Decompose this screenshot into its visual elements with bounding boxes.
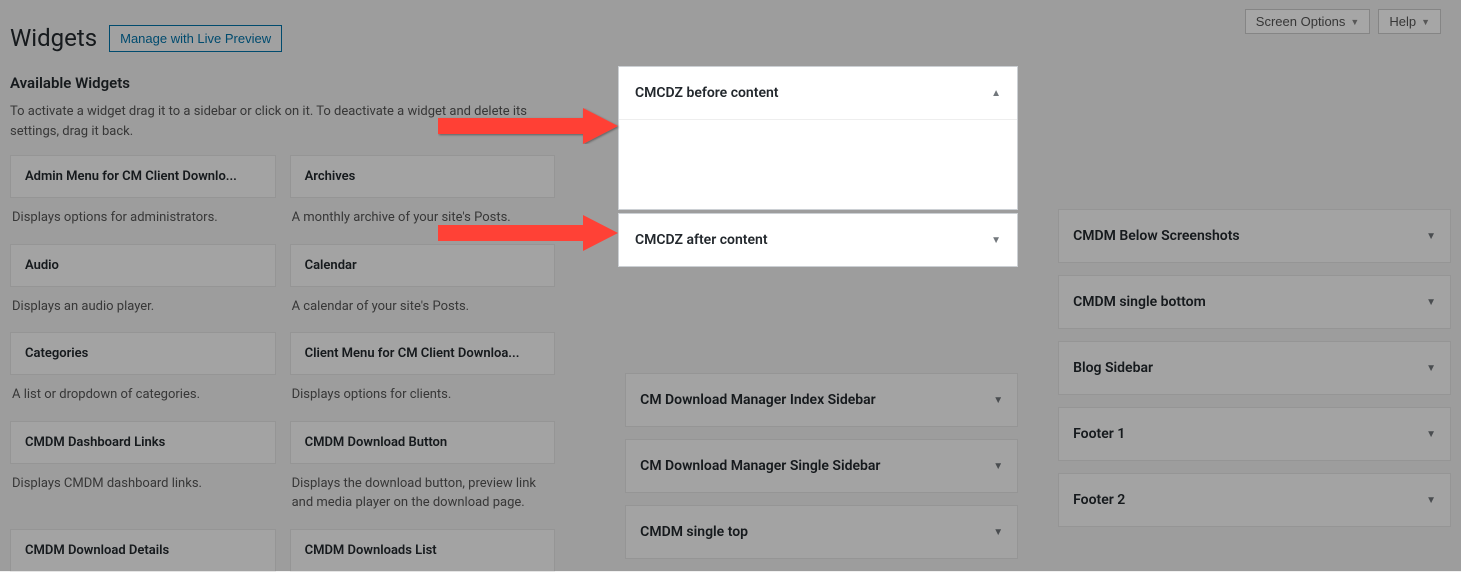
sidebar-area[interactable]: CMDM single top ▼: [625, 505, 1018, 559]
widget-header[interactable]: Categories: [10, 332, 276, 375]
sidebar-area-header[interactable]: Footer 2 ▼: [1059, 474, 1450, 526]
widget-card: CMDM Download Details: [10, 529, 276, 572]
sidebar-area-title: Footer 2: [1073, 492, 1125, 508]
sidebar-area-header[interactable]: CMCDZ before content ▲: [619, 67, 1017, 119]
sidebar-area[interactable]: Footer 2 ▼: [1058, 473, 1451, 527]
sidebar-area-title: Blog Sidebar: [1073, 360, 1153, 376]
sidebar-area-title: CMDM single bottom: [1073, 294, 1206, 310]
widget-header[interactable]: CMDM Download Button: [290, 421, 556, 464]
screen-options-button[interactable]: Screen Options ▼: [1245, 9, 1371, 34]
sidebar-area-header[interactable]: CM Download Manager Single Sidebar ▼: [626, 440, 1017, 492]
chevron-down-icon: ▼: [1421, 17, 1430, 27]
widget-card: CMDM Dashboard LinksDisplays CMDM dashbo…: [10, 421, 276, 513]
widget-description: A calendar of your site's Posts.: [290, 287, 556, 317]
chevron-down-icon: ▼: [1350, 17, 1359, 27]
widget-card: CMDM Download ButtonDisplays the downloa…: [290, 421, 556, 513]
sidebar-area-title: Footer 1: [1073, 426, 1125, 442]
chevron-down-icon: ▼: [991, 235, 1001, 246]
sidebar-area-title: CMDM single top: [640, 524, 748, 540]
sidebar-area-header[interactable]: CM Download Manager Index Sidebar ▼: [626, 374, 1017, 426]
widget-header[interactable]: Archives: [290, 155, 556, 198]
chevron-down-icon: ▼: [1426, 495, 1436, 506]
chevron-down-icon: ▼: [993, 461, 1003, 472]
widget-description: Displays an audio player.: [10, 287, 276, 317]
sidebar-area[interactable]: Footer 1 ▼: [1058, 407, 1451, 461]
sidebar-areas-column-2: CMDM Below Screenshots▼CMDM single botto…: [1058, 155, 1451, 572]
sidebar-area-title: CMCDZ after content: [635, 232, 768, 248]
page-title: Widgets: [10, 24, 97, 52]
widget-card: AudioDisplays an audio player.: [10, 244, 276, 317]
chevron-down-icon: ▼: [993, 395, 1003, 406]
widget-card: Admin Menu for CM Client Downlo...Displa…: [10, 155, 276, 228]
chevron-down-icon: ▼: [993, 527, 1003, 538]
widget-description: Displays options for administrators.: [10, 198, 276, 228]
chevron-down-icon: ▼: [1426, 231, 1436, 242]
chevron-down-icon: ▼: [1426, 363, 1436, 374]
sidebar-area-header[interactable]: Footer 1 ▼: [1059, 408, 1450, 460]
top-bar: Screen Options ▼ Help ▼: [1225, 0, 1461, 43]
widget-card: Client Menu for CM Client Downloa...Disp…: [290, 332, 556, 405]
sidebar-area[interactable]: CMDM single bottom ▼: [1058, 275, 1451, 329]
sidebar-drop-zone[interactable]: [619, 119, 1017, 209]
sidebar-area-title: CM Download Manager Index Sidebar: [640, 392, 876, 408]
chevron-up-icon: ▲: [991, 88, 1001, 99]
chevron-down-icon: ▼: [1426, 297, 1436, 308]
arrow-icon: [438, 215, 620, 251]
widget-card: CategoriesA list or dropdown of categori…: [10, 332, 276, 405]
arrow-icon: [438, 108, 620, 144]
sidebar-area[interactable]: Blog Sidebar ▼: [1058, 341, 1451, 395]
sidebar-area-cmcdz-before[interactable]: CMCDZ before content ▲: [618, 66, 1018, 210]
sidebar-area[interactable]: CM Download Manager Single Sidebar ▼: [625, 439, 1018, 493]
widget-header[interactable]: Audio: [10, 244, 276, 287]
help-button[interactable]: Help ▼: [1378, 9, 1441, 34]
help-label: Help: [1389, 14, 1416, 29]
chevron-down-icon: ▼: [1426, 429, 1436, 440]
sidebar-area-header[interactable]: CMDM Below Screenshots ▼: [1059, 210, 1450, 262]
widget-description: A list or dropdown of categories.: [10, 375, 276, 405]
widget-card: CMDM Downloads List: [290, 529, 556, 572]
sidebar-area-cmcdz-after[interactable]: CMCDZ after content ▼: [618, 213, 1018, 267]
sidebar-area-header[interactable]: CMCDZ after content ▼: [619, 214, 1017, 266]
widget-header[interactable]: Client Menu for CM Client Downloa...: [290, 332, 556, 375]
widget-header[interactable]: CMDM Dashboard Links: [10, 421, 276, 464]
sidebar-area-title: CMCDZ before content: [635, 85, 779, 101]
widget-header[interactable]: CMDM Downloads List: [290, 529, 556, 572]
widget-description: Displays the download button, preview li…: [290, 464, 556, 513]
sidebar-area[interactable]: CMDM Below Screenshots ▼: [1058, 209, 1451, 263]
sidebar-area-title: CMDM Below Screenshots: [1073, 228, 1240, 244]
widget-header[interactable]: CMDM Download Details: [10, 529, 276, 572]
widget-description: Displays CMDM dashboard links.: [10, 464, 276, 494]
sidebar-area-title: CM Download Manager Single Sidebar: [640, 458, 880, 474]
live-preview-button[interactable]: Manage with Live Preview: [109, 25, 282, 52]
sidebar-area-header[interactable]: Blog Sidebar ▼: [1059, 342, 1450, 394]
screen-options-label: Screen Options: [1256, 14, 1346, 29]
sidebar-area[interactable]: CM Download Manager Index Sidebar ▼: [625, 373, 1018, 427]
widget-card: CalendarA calendar of your site's Posts.: [290, 244, 556, 317]
widget-header[interactable]: Admin Menu for CM Client Downlo...: [10, 155, 276, 198]
widget-description: Displays options for clients.: [290, 375, 556, 405]
sidebar-area-header[interactable]: CMDM single top ▼: [626, 506, 1017, 558]
sidebar-area-header[interactable]: CMDM single bottom ▼: [1059, 276, 1450, 328]
